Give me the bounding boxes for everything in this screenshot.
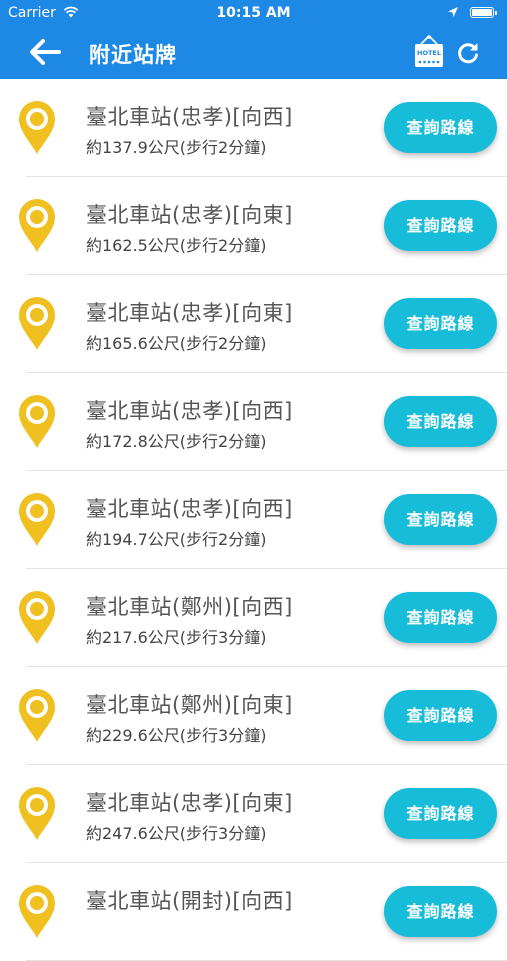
stop-list: 臺北車站(忠孝)[向西] 約137.9公尺(步行2分鐘) 查詢路線 臺北車站(忠… [0, 79, 507, 961]
stop-list-item: 臺北車站(忠孝)[向東] 約162.5公尺(步行2分鐘) 查詢路線 [0, 177, 507, 275]
stop-distance: 約172.8公尺(步行2分鐘) [86, 432, 267, 451]
stop-name: 臺北車站(鄭州)[向西] [86, 595, 293, 619]
stop-distance: 約247.6公尺(步行3分鐘) [86, 824, 267, 843]
stop-name: 臺北車站(忠孝)[向西] [86, 497, 293, 521]
stop-list-item: 臺北車站(忠孝)[向西] 約172.8公尺(步行2分鐘) 查詢路線 [0, 373, 507, 471]
query-route-button[interactable]: 查詢路線 [384, 788, 497, 839]
location-pin-icon [19, 885, 55, 938]
battery-icon [470, 7, 497, 18]
stop-distance: 約194.7公尺(步行2分鐘) [86, 530, 267, 549]
stop-name: 臺北車站(忠孝)[向東] [86, 791, 293, 815]
stop-list-item: 臺北車站(忠孝)[向西] 約194.7公尺(步行2分鐘) 查詢路線 [0, 471, 507, 569]
nav-bar: 附近站牌 HOTEL [0, 28, 507, 79]
status-bar: Carrier 10:15 AM [0, 0, 507, 28]
stop-list-item: 臺北車站(鄭州)[向東] 約229.6公尺(步行3分鐘) 查詢路線 [0, 667, 507, 765]
query-route-button[interactable]: 查詢路線 [384, 200, 497, 251]
stop-list-item: 臺北車站(鄭州)[向西] 約217.6公尺(步行3分鐘) 查詢路線 [0, 569, 507, 667]
refresh-button[interactable] [455, 40, 481, 66]
stop-list-item: 臺北車站(忠孝)[向西] 約137.9公尺(步行2分鐘) 查詢路線 [0, 79, 507, 177]
location-pin-icon [19, 395, 55, 448]
location-pin-icon [19, 493, 55, 546]
page-title: 附近站牌 [89, 43, 177, 67]
stop-name: 臺北車站(忠孝)[向西] [86, 105, 293, 129]
location-pin-icon [19, 297, 55, 350]
query-route-button[interactable]: 查詢路線 [384, 102, 497, 153]
query-route-button[interactable]: 查詢路線 [384, 494, 497, 545]
stop-list-item: 臺北車站(忠孝)[向東] 約165.6公尺(步行2分鐘) 查詢路線 [0, 275, 507, 373]
back-arrow-icon [30, 39, 61, 65]
query-route-button[interactable]: 查詢路線 [384, 690, 497, 741]
stop-name: 臺北車站(忠孝)[向東] [86, 301, 293, 325]
refresh-icon [458, 43, 478, 64]
location-pin-icon [19, 101, 55, 154]
back-button[interactable] [28, 38, 62, 66]
hotel-button[interactable]: HOTEL [413, 35, 445, 69]
stop-distance: 約137.9公尺(步行2分鐘) [86, 138, 267, 157]
hotel-sign-text: HOTEL [417, 49, 441, 57]
stop-name: 臺北車站(鄭州)[向東] [86, 693, 293, 717]
stop-name: 臺北車站(忠孝)[向西] [86, 399, 293, 423]
stop-distance: 約217.6公尺(步行3分鐘) [86, 628, 267, 647]
stop-list-item: 臺北車站(開封)[向西] 查詢路線 [0, 863, 507, 961]
stop-name: 臺北車站(忠孝)[向東] [86, 203, 293, 227]
stop-list-item: 臺北車站(忠孝)[向東] 約247.6公尺(步行3分鐘) 查詢路線 [0, 765, 507, 863]
stop-distance: 約165.6公尺(步行2分鐘) [86, 334, 267, 353]
stop-distance: 約229.6公尺(步行3分鐘) [86, 726, 267, 745]
location-pin-icon [19, 591, 55, 644]
location-pin-icon [19, 199, 55, 252]
location-arrow-icon [447, 6, 459, 22]
query-route-button[interactable]: 查詢路線 [384, 396, 497, 447]
status-time: 10:15 AM [216, 5, 291, 21]
hotel-sign-icon: HOTEL [415, 35, 443, 67]
query-route-button[interactable]: 查詢路線 [384, 592, 497, 643]
location-pin-icon [19, 689, 55, 742]
query-route-button[interactable]: 查詢路線 [384, 886, 497, 937]
stop-distance: 約162.5公尺(步行2分鐘) [86, 236, 267, 255]
location-pin-icon [19, 787, 55, 840]
top-bar: Carrier 10:15 AM 附近站牌 HOTEL [0, 0, 507, 79]
query-route-button[interactable]: 查詢路線 [384, 298, 497, 349]
stop-name: 臺北車站(開封)[向西] [86, 889, 293, 913]
